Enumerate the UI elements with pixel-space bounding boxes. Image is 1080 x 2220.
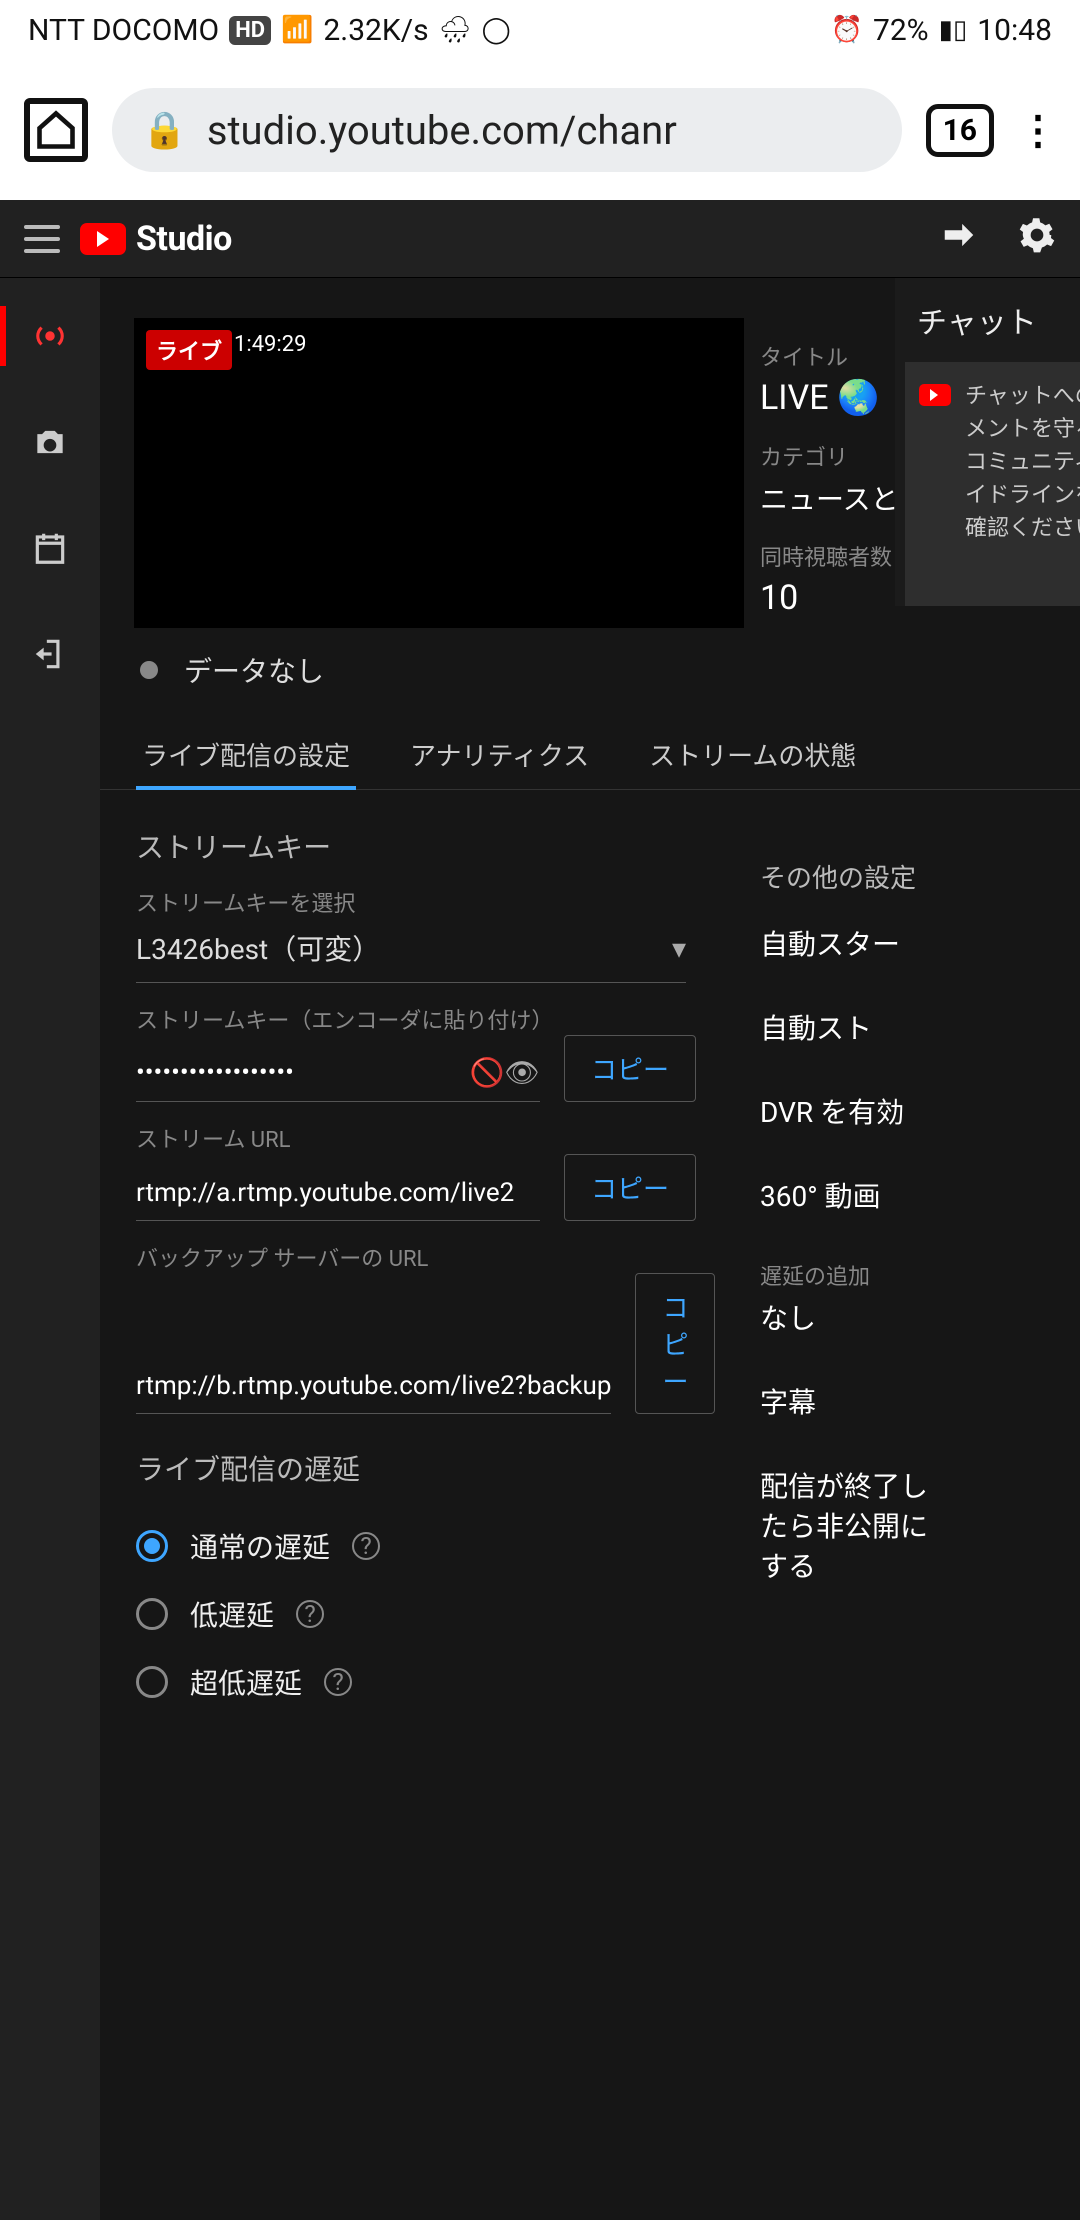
lock-icon: 🔒: [142, 109, 187, 151]
browser-toolbar: 🔒 studio.youtube.com/chanr 16 ⋮: [0, 60, 1080, 200]
url-bar[interactable]: 🔒 studio.youtube.com/chanr: [112, 88, 902, 172]
status-text: データなし: [184, 650, 324, 690]
stream-preview[interactable]: ライブ 1:49:29: [134, 318, 744, 628]
status-dot-icon: [140, 661, 158, 679]
other-delay-value[interactable]: なし: [760, 1297, 955, 1337]
other-after-end[interactable]: 配信が終了したら非公開にする: [760, 1465, 955, 1585]
carrier-label: NTT DOCOMO: [28, 13, 219, 48]
alarm-icon: ⏰: [831, 15, 863, 45]
youtube-icon: [80, 223, 126, 255]
home-button[interactable]: [24, 98, 88, 162]
studio-logo[interactable]: Studio: [80, 219, 232, 259]
help-icon[interactable]: ?: [352, 1532, 380, 1560]
copy-url-button[interactable]: コピー: [564, 1154, 696, 1221]
stream-key-input[interactable]: •••••••••••••••••• 🚫👁: [136, 1048, 540, 1102]
sidebar-item-live[interactable]: [0, 306, 100, 366]
other-dvr[interactable]: DVR を有効: [760, 1091, 955, 1131]
status-row: データなし: [100, 628, 1080, 712]
settings-icon[interactable]: [1018, 216, 1056, 261]
battery-percent: 72%: [873, 13, 929, 48]
url-text: studio.youtube.com/chanr: [207, 107, 677, 154]
share-icon[interactable]: [940, 216, 978, 261]
elapsed-time: 1:49:29: [234, 332, 306, 357]
chevron-down-icon: ▾: [672, 932, 686, 965]
chat-panel: チャット チャットへのコメントを守るとコミュニティ ガイドラインをご確認ください…: [895, 278, 1080, 606]
radio-selected-icon: [136, 1530, 168, 1562]
other-settings-title: その他の設定: [760, 858, 955, 895]
browser-menu-button[interactable]: ⋮: [1018, 107, 1056, 154]
other-360[interactable]: 360° 動画: [760, 1175, 955, 1215]
copy-key-button[interactable]: コピー: [564, 1035, 696, 1102]
main-content: ライブ 1:49:29 データなし ライブ配信の設定 アナリティクス ストリーム…: [100, 278, 1080, 2220]
sidebar-item-camera[interactable]: [0, 412, 100, 472]
radio-unselected-icon: [136, 1598, 168, 1630]
app-header: Studio: [0, 200, 1080, 278]
backup-url-input[interactable]: rtmp://b.rtmp.youtube.com/live2?backup: [136, 1363, 611, 1414]
battery-icon: ▮▯: [939, 15, 968, 45]
tab-analytics[interactable]: アナリティクス: [404, 720, 595, 789]
chat-notice-text: チャットへのコメントを守るとコミュニティ ガイドラインをご確認ください: [965, 384, 1080, 541]
other-delay-label: 遅延の追加: [760, 1259, 955, 1291]
youtube-icon: [919, 384, 951, 406]
menu-button[interactable]: [24, 225, 60, 253]
chat-title: チャット: [895, 278, 1080, 362]
other-auto-start[interactable]: 自動スター: [760, 923, 955, 963]
net-speed: 2.32K/s: [323, 13, 428, 48]
clock-time: 10:48: [977, 13, 1052, 48]
sidebar-item-exit[interactable]: [0, 624, 100, 684]
stream-key-select[interactable]: L3426best（可変） ▾: [136, 918, 686, 983]
android-status-bar: NTT DOCOMO HD 📶 2.32K/s 🌧 ◯ ⏰ 72% ▮▯ 10:…: [0, 0, 1080, 60]
tabs: ライブ配信の設定 アナリティクス ストリームの状態: [100, 712, 1080, 790]
signal-icon: 📶: [281, 15, 313, 45]
chat-details-link[interactable]: 詳細: [965, 555, 1080, 588]
latency-ultralow-option[interactable]: 超低遅延 ?: [136, 1648, 1044, 1716]
copy-backup-button[interactable]: コピー: [635, 1273, 715, 1414]
tab-stream-settings[interactable]: ライブ配信の設定: [136, 720, 356, 789]
hd-badge: HD: [229, 16, 271, 45]
other-auto-stop[interactable]: 自動スト: [760, 1007, 955, 1047]
stream-url-input[interactable]: rtmp://a.rtmp.youtube.com/live2: [136, 1170, 540, 1221]
help-icon[interactable]: ?: [296, 1600, 324, 1628]
other-settings-column: その他の設定 自動スター 自動スト DVR を有効 360° 動画 遅延の追加 …: [760, 858, 955, 1629]
sidebar: [0, 278, 100, 2220]
live-badge: ライブ: [146, 330, 232, 370]
tab-health[interactable]: ストリームの状態: [643, 720, 862, 789]
visibility-off-icon[interactable]: 🚫👁: [470, 1056, 540, 1089]
chat-notice-card: チャットへのコメントを守るとコミュニティ ガイドラインをご確認ください 詳細: [905, 362, 1080, 606]
app-icon: ◯: [482, 15, 511, 45]
help-icon[interactable]: ?: [324, 1668, 352, 1696]
radio-unselected-icon: [136, 1666, 168, 1698]
tab-switcher[interactable]: 16: [926, 104, 994, 157]
weather-icon: 🌧: [439, 15, 472, 45]
other-captions[interactable]: 字幕: [760, 1381, 955, 1421]
sidebar-item-calendar[interactable]: [0, 518, 100, 578]
